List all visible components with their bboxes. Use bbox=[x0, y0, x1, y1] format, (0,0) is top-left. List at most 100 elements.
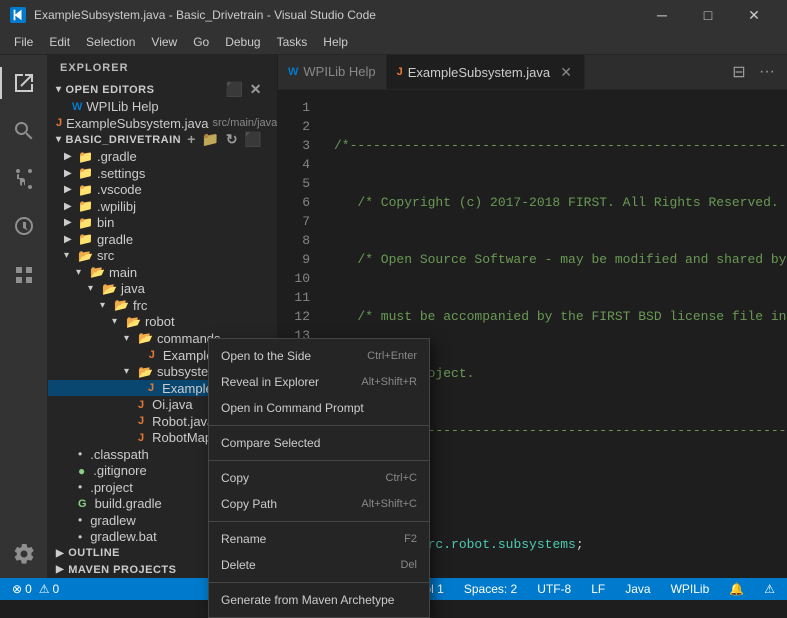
open-editors-section[interactable]: ▾ OPEN EDITORS ⬛ ✕ bbox=[48, 81, 277, 98]
ctx-generate-maven[interactable]: Generate from Maven Archetype bbox=[209, 587, 429, 613]
open-editor-wpilibhelp-label: WPILib Help bbox=[86, 99, 158, 114]
menu-item-file[interactable]: File bbox=[6, 33, 41, 51]
menu-item-help[interactable]: Help bbox=[315, 33, 356, 51]
activity-bar bbox=[0, 55, 48, 578]
menu-item-tasks[interactable]: Tasks bbox=[269, 33, 316, 51]
status-left: ⊗ 0 ⚠ 0 bbox=[8, 582, 63, 596]
robotmap-icon: J bbox=[138, 432, 144, 444]
activity-explorer[interactable] bbox=[0, 59, 48, 107]
app-icon bbox=[10, 7, 26, 23]
ctx-sep-1 bbox=[209, 425, 429, 426]
status-encoding[interactable]: UTF-8 bbox=[533, 582, 575, 596]
ctx-compare-selected[interactable]: Compare Selected bbox=[209, 430, 429, 456]
close-button[interactable]: ✕ bbox=[731, 0, 777, 30]
menu-item-selection[interactable]: Selection bbox=[78, 33, 143, 51]
gradlewbat-label: gradlew.bat bbox=[90, 529, 157, 544]
open-editors-label: OPEN EDITORS bbox=[66, 84, 155, 96]
save-all-icon[interactable]: ⬛ bbox=[223, 81, 247, 98]
gradle-folder-arrow: ▶ bbox=[64, 234, 76, 245]
ctx-open-to-side[interactable]: Open to the Side Ctrl+Enter bbox=[209, 343, 429, 369]
outline-arrow: ▶ bbox=[56, 548, 64, 559]
buildgradle-icon: G bbox=[78, 498, 87, 510]
ctx-copy-label: Copy bbox=[221, 471, 249, 485]
tab-examplesubsystem[interactable]: J ExampleSubsystem.java ✕ bbox=[387, 55, 585, 89]
status-language[interactable]: Java bbox=[621, 582, 654, 596]
wpilibj-arrow: ▶ bbox=[64, 201, 76, 212]
tab-layout-icon[interactable]: ⊟ bbox=[727, 60, 751, 84]
activity-extensions[interactable] bbox=[0, 251, 48, 299]
java-arrow: ▾ bbox=[88, 283, 100, 294]
tree-main[interactable]: ▾ 📂 main bbox=[48, 264, 277, 281]
tree-frc[interactable]: ▾ 📂 frc bbox=[48, 297, 277, 314]
maximize-button[interactable]: □ bbox=[685, 0, 731, 30]
ctx-open-to-side-label: Open to the Side bbox=[221, 349, 311, 363]
ctx-rename[interactable]: Rename F2 bbox=[209, 526, 429, 552]
activity-settings[interactable] bbox=[0, 530, 48, 578]
menu-item-go[interactable]: Go bbox=[185, 33, 217, 51]
refresh-icon[interactable]: ↻ bbox=[223, 131, 241, 148]
tree-robot[interactable]: ▾ 📂 robot bbox=[48, 314, 277, 331]
tree-gradle[interactable]: ▶ 📁 .gradle bbox=[48, 148, 277, 165]
tree-bin[interactable]: ▶ 📁 bin bbox=[48, 214, 277, 231]
menu-item-edit[interactable]: Edit bbox=[41, 33, 78, 51]
tree-wpilibj[interactable]: ▶ 📁 .wpilibj bbox=[48, 198, 277, 215]
context-menu: Open to the Side Ctrl+Enter Reveal in Ex… bbox=[208, 338, 430, 618]
activity-git[interactable] bbox=[0, 155, 48, 203]
gradle-label: .gradle bbox=[97, 149, 137, 164]
buildgradle-label: build.gradle bbox=[95, 496, 162, 511]
ctx-reveal-explorer[interactable]: Reveal in Explorer Alt+Shift+R bbox=[209, 369, 429, 395]
tree-java[interactable]: ▾ 📂 java bbox=[48, 281, 277, 298]
status-alert[interactable]: ⚠ bbox=[760, 582, 779, 596]
commands-arrow: ▾ bbox=[124, 333, 136, 344]
ctx-copy[interactable]: Copy Ctrl+C bbox=[209, 465, 429, 491]
window-title: ExampleSubsystem.java - Basic_Drivetrain… bbox=[34, 8, 639, 22]
vscode-arrow: ▶ bbox=[64, 184, 76, 195]
drivetrain-actions: + 📁 ↻ ⬛ bbox=[184, 131, 265, 148]
ctx-copy-path-label: Copy Path bbox=[221, 497, 277, 511]
tab-wpilibhelp[interactable]: W WPILib Help bbox=[278, 55, 387, 89]
settings-label: .settings bbox=[97, 166, 145, 181]
tab-example-icon: J bbox=[397, 66, 403, 78]
tree-gradle-folder[interactable]: ▶ 📁 gradle bbox=[48, 231, 277, 248]
menu-item-view[interactable]: View bbox=[143, 33, 185, 51]
menu-item-debug[interactable]: Debug bbox=[217, 33, 268, 51]
ctx-delete[interactable]: Delete Del bbox=[209, 552, 429, 578]
status-bell[interactable]: 🔔 bbox=[725, 582, 748, 596]
status-errors[interactable]: ⊗ 0 ⚠ 0 bbox=[8, 582, 63, 596]
close-all-icon[interactable]: ✕ bbox=[247, 81, 265, 98]
classpath-label: .classpath bbox=[90, 447, 149, 462]
open-editor-wpilibhelp[interactable]: W WPILib Help bbox=[48, 98, 277, 115]
project-label: .project bbox=[90, 480, 133, 495]
activity-debug[interactable] bbox=[0, 203, 48, 251]
status-plugin[interactable]: WPILib bbox=[667, 582, 714, 596]
status-spaces[interactable]: Spaces: 2 bbox=[460, 582, 521, 596]
activity-search[interactable] bbox=[0, 107, 48, 155]
gradlew-label: gradlew bbox=[90, 513, 136, 528]
new-file-icon[interactable]: + bbox=[184, 131, 199, 148]
tree-src[interactable]: ▾ 📂 src bbox=[48, 248, 277, 265]
frc-arrow: ▾ bbox=[100, 300, 112, 311]
robot-folder-icon: 📂 bbox=[126, 315, 141, 329]
new-folder-icon[interactable]: 📁 bbox=[199, 131, 223, 148]
ctx-sep-4 bbox=[209, 582, 429, 583]
open-editor-examplesubsystem[interactable]: J ExampleSubsystem.java src/main/java/fr… bbox=[48, 115, 277, 132]
wpilibj-label: .wpilibj bbox=[97, 199, 136, 214]
ctx-copy-path[interactable]: Copy Path Alt+Shift+C bbox=[209, 491, 429, 517]
tab-actions: ⊟ ··· bbox=[719, 55, 787, 89]
tree-vscode[interactable]: ▶ 📁 .vscode bbox=[48, 181, 277, 198]
tree-settings[interactable]: ▶ 📁 .settings bbox=[48, 165, 277, 182]
java-folder-icon: 📂 bbox=[102, 282, 117, 296]
tab-bar: W WPILib Help J ExampleSubsystem.java ✕ … bbox=[278, 55, 787, 90]
collapse-icon[interactable]: ⬛ bbox=[241, 131, 265, 148]
wpilibhelp-icon: W bbox=[72, 101, 82, 113]
ctx-open-command-prompt[interactable]: Open in Command Prompt bbox=[209, 395, 429, 421]
status-line-ending[interactable]: LF bbox=[587, 582, 609, 596]
drivetrain-arrow: ▾ bbox=[56, 134, 62, 145]
examplecommand-icon: J bbox=[149, 349, 155, 361]
minimize-button[interactable]: ─ bbox=[639, 0, 685, 30]
tab-close-button[interactable]: ✕ bbox=[558, 64, 574, 80]
tab-more-icon[interactable]: ··· bbox=[755, 60, 779, 84]
basic-drivetrain-section[interactable]: ▾ BASIC_DRIVETRAIN + 📁 ↻ ⬛ bbox=[48, 131, 277, 148]
ctx-maven-label: Generate from Maven Archetype bbox=[221, 593, 394, 607]
error-icon: ⊗ bbox=[12, 582, 22, 596]
